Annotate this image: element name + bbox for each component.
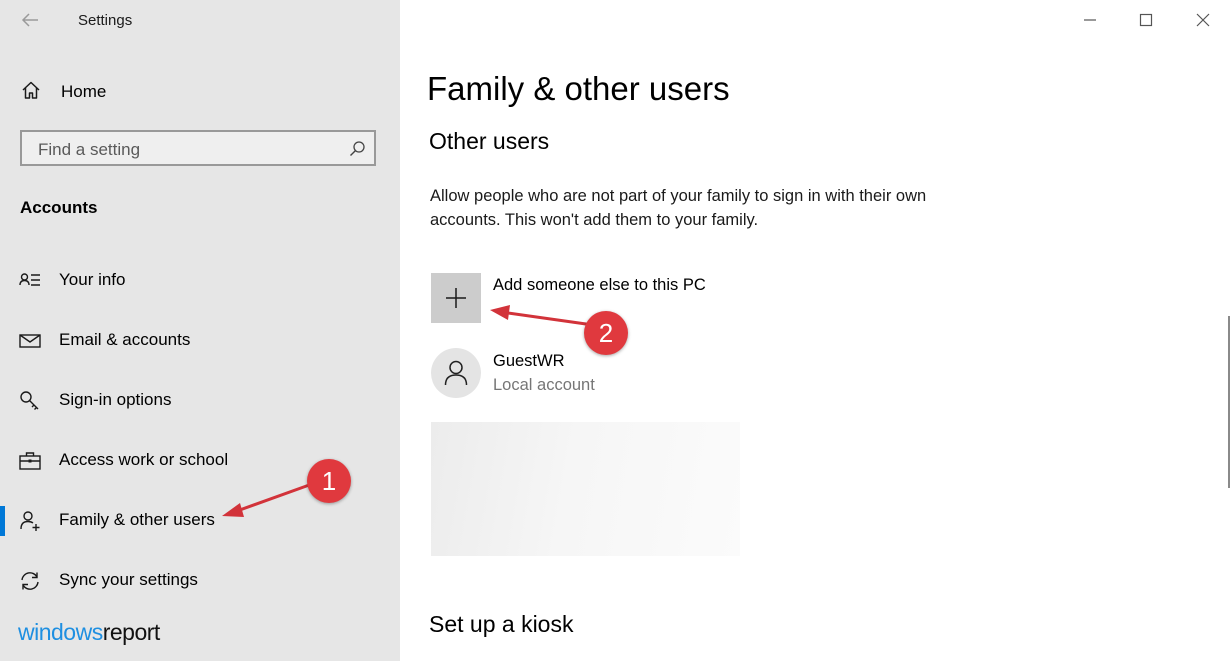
close-icon[interactable] (1189, 6, 1217, 34)
search-input[interactable] (36, 138, 340, 162)
sidebar-item-your-info[interactable]: Your info (0, 261, 400, 301)
blurred-user-list (431, 422, 740, 556)
app-title: Settings (78, 12, 133, 29)
mail-icon (19, 330, 41, 352)
sidebar-item-email-accounts[interactable]: Email & accounts (0, 321, 400, 361)
person-add-icon (19, 510, 41, 532)
add-tile[interactable] (431, 273, 481, 323)
sync-icon (19, 570, 41, 592)
user-account-type: Local account (493, 376, 595, 394)
section-title-accounts: Accounts (20, 198, 98, 217)
page-title: Family & other users (427, 70, 730, 107)
home-nav-item[interactable]: Home (20, 80, 106, 104)
sidebar-item-label: Sync your settings (59, 570, 198, 589)
user-name: GuestWR (493, 352, 565, 370)
back-arrow-icon[interactable] (18, 8, 42, 32)
sidebar-item-label: Access work or school (59, 450, 229, 469)
sidebar-item-label: Email & accounts (59, 330, 191, 349)
search-box[interactable] (20, 130, 376, 166)
scrollbar[interactable] (1228, 316, 1230, 488)
annotation-badge-1: 1 (307, 459, 351, 503)
section-title-kiosk: Set up a kiosk (429, 611, 574, 637)
windowsreport-logo: windowsreport (18, 619, 160, 646)
section-title-other-users: Other users (429, 128, 550, 154)
briefcase-icon (19, 450, 41, 472)
sidebar-item-label: Sign-in options (59, 390, 172, 409)
maximize-icon[interactable] (1132, 6, 1160, 34)
search-icon[interactable] (348, 140, 366, 158)
person-list-icon (19, 270, 41, 292)
logo-report-text: report (102, 619, 161, 645)
person-icon (444, 360, 468, 386)
main-content: Family & other users Other users Allow p… (400, 0, 1232, 661)
key-icon (19, 390, 41, 412)
sidebar-item-label: Family & other users (59, 510, 215, 529)
add-user-button[interactable]: Add someone else to this PC (431, 273, 706, 323)
sidebar: Settings Home Accounts Your info Email &… (0, 0, 400, 661)
minimize-icon[interactable] (1076, 6, 1104, 34)
sidebar-item-family-other-users[interactable]: Family & other users (0, 501, 400, 541)
other-users-description: Allow people who are not part of your fa… (430, 187, 927, 229)
add-user-label: Add someone else to this PC (493, 276, 706, 294)
logo-windows-text: windows (18, 619, 103, 645)
home-label: Home (61, 82, 107, 101)
plus-icon (446, 288, 466, 308)
sidebar-item-label: Your info (59, 270, 126, 289)
sidebar-item-sync-settings[interactable]: Sync your settings (0, 561, 400, 601)
annotation-badge-2: 2 (584, 311, 628, 355)
sidebar-item-sign-in-options[interactable]: Sign-in options (0, 381, 400, 421)
avatar (431, 348, 481, 398)
home-icon (20, 79, 42, 106)
